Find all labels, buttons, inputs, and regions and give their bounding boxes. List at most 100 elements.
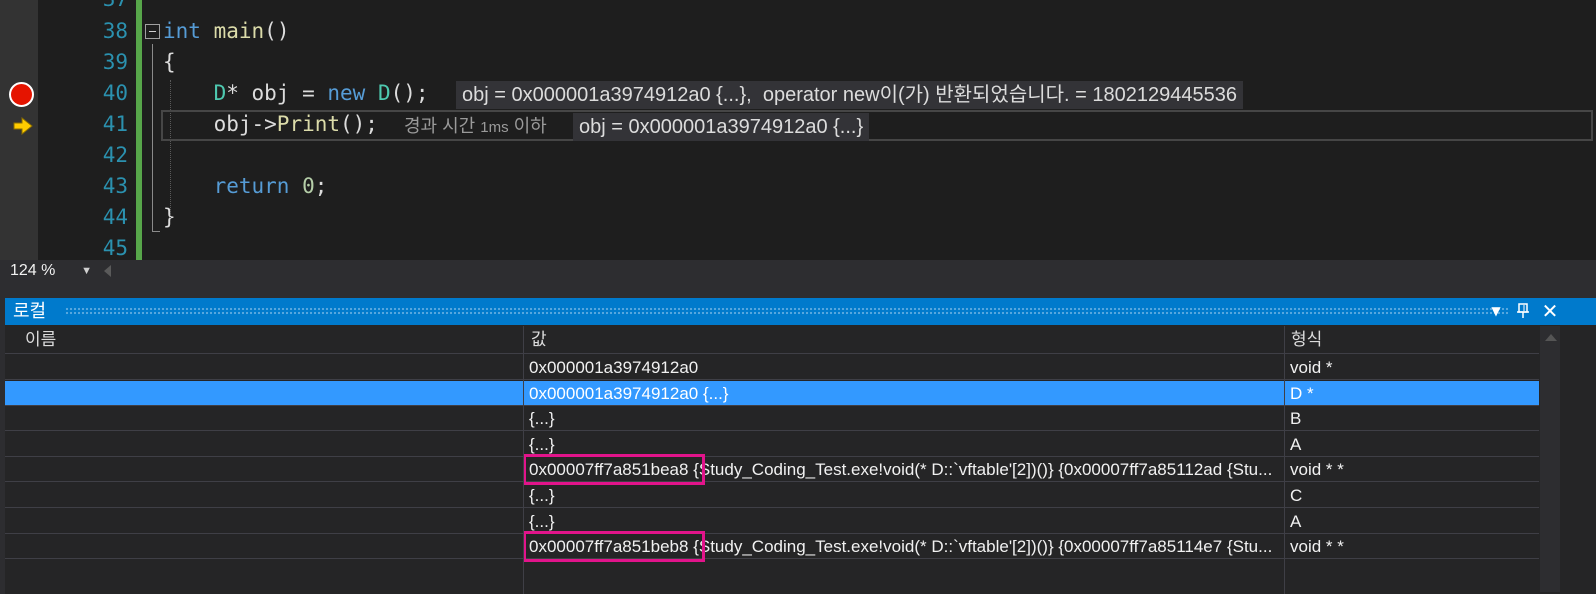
vftable-description: {Study_Coding_Test.exe!void(* D::`vftabl… xyxy=(688,537,1273,557)
code-token: new xyxy=(327,81,366,105)
scroll-left-icon[interactable] xyxy=(104,265,111,277)
code-token: return xyxy=(213,174,290,198)
code-line[interactable]: 42 xyxy=(0,140,1596,171)
code-text[interactable]: { xyxy=(163,47,176,78)
current-line-highlight xyxy=(161,110,1593,141)
chevron-down-icon[interactable]: ▼ xyxy=(81,260,92,282)
column-divider xyxy=(1284,354,1285,594)
code-token: () xyxy=(264,19,290,43)
code-line[interactable]: 43 return 0; xyxy=(0,171,1596,202)
locals-row[interactable]: operator new이(가) 반환되었습니다.0x000001a397491… xyxy=(5,355,1539,380)
variable-value: {...} xyxy=(529,409,555,429)
value-cell[interactable]: {...} xyxy=(525,406,1283,431)
perf-tip-elapsed[interactable]: 경과 시간 1ms 이하 xyxy=(404,114,547,140)
column-header-type[interactable]: 형식 xyxy=(1291,326,1322,354)
window-position-dropdown-icon[interactable]: ▼ xyxy=(1484,298,1508,325)
column-resizer[interactable] xyxy=(523,326,524,354)
type-cell: A xyxy=(1290,511,1302,531)
type-cell: C xyxy=(1290,486,1303,505)
line-number: 45 xyxy=(102,236,128,260)
code-text[interactable]: D* obj = new D(); xyxy=(163,78,429,109)
line-number: 44 xyxy=(102,205,128,229)
elapsed-suffix: 이하 xyxy=(508,116,547,136)
editor-zoom-bar: 124 % ▼ xyxy=(0,260,1596,282)
code-line[interactable]: 37 xyxy=(0,0,1596,15)
code-editor[interactable]: 3738int main()39{40 D* obj = new D();41 … xyxy=(0,0,1596,260)
line-number: 39 xyxy=(102,50,128,74)
locals-row[interactable]: B{...}B xyxy=(5,406,1539,432)
auto-hide-pin-icon[interactable] xyxy=(1511,298,1535,325)
highlight-box xyxy=(523,531,705,563)
grid-header: 이름 값 형식 xyxy=(5,326,1539,354)
datatip-line-41[interactable]: obj = 0x000001a3974912a0 {...} xyxy=(573,113,870,141)
code-text[interactable]: return 0; xyxy=(163,171,328,202)
value-cell[interactable]: 0x000001a3974912a0 xyxy=(525,355,1283,380)
code-token: { xyxy=(163,50,176,74)
code-token: ; xyxy=(314,174,328,198)
type-cell: void * * xyxy=(1290,537,1344,557)
code-token: 0 xyxy=(302,174,315,198)
type-cell: D * xyxy=(1290,383,1314,403)
variable-value: 0x000001a3974912a0 xyxy=(529,358,699,377)
line-number: 37 xyxy=(60,0,128,15)
line-number: 43 xyxy=(102,174,128,198)
zoom-level-value: 124 % xyxy=(10,262,56,279)
variable-value: 0x000001a3974912a0 {...} xyxy=(529,383,729,403)
highlight-box xyxy=(523,454,705,486)
code-line[interactable]: 45 xyxy=(0,233,1596,260)
line-number: 38 xyxy=(102,19,128,43)
column-header-value[interactable]: 값 xyxy=(531,326,547,354)
titlebar-grip[interactable] xyxy=(65,307,1508,316)
collapse-region-icon[interactable] xyxy=(145,24,160,39)
code-token: D xyxy=(377,81,391,105)
outlining-guide-end xyxy=(152,231,160,232)
indent-guide xyxy=(170,80,171,220)
line-number: 40 xyxy=(102,81,128,105)
breakpoint-icon[interactable] xyxy=(9,82,34,107)
locals-title: 로컬 xyxy=(13,301,47,321)
code-text[interactable]: int main() xyxy=(163,16,289,47)
variable-value: {...} xyxy=(529,486,555,505)
code-line[interactable]: 38 int main() xyxy=(0,16,1596,47)
locals-row[interactable]: __vfptr0x00007ff7a851beb8 {Study_Coding_… xyxy=(5,534,1539,560)
value-cell[interactable]: {...} xyxy=(525,432,1283,457)
locals-window: 로컬 ▼ ✕ 이름 값 형식 operator new이(가) 반환되었습니다.… xyxy=(5,298,1596,594)
vertical-scrollbar[interactable] xyxy=(1540,326,1560,592)
line-number: 42 xyxy=(102,143,128,167)
datatip-line-40[interactable]: obj = 0x000001a3974912a0 {...}, operator… xyxy=(456,81,1243,109)
outlining-guide xyxy=(152,44,153,232)
current-statement-arrow-icon xyxy=(13,117,33,135)
code-line[interactable]: 44} xyxy=(0,202,1596,233)
variable-value: {...} xyxy=(529,511,555,531)
elapsed-value: 1ms xyxy=(480,119,509,136)
column-resizer[interactable] xyxy=(1284,326,1285,354)
locals-row[interactable]: A{...}A xyxy=(5,432,1539,457)
locals-titlebar[interactable]: 로컬 ▼ ✕ xyxy=(5,298,1596,325)
type-cell: B xyxy=(1290,409,1302,429)
type-cell: void * * xyxy=(1290,460,1344,480)
close-icon[interactable]: ✕ xyxy=(1538,298,1562,325)
value-cell[interactable]: 0x000001a3974912a0 {...} xyxy=(525,381,1283,406)
locals-row[interactable]: C{...}C xyxy=(5,483,1539,508)
code-token: int xyxy=(163,19,201,43)
locals-row[interactable]: A{...}A xyxy=(5,509,1539,534)
type-cell: void * xyxy=(1290,358,1333,377)
code-line[interactable]: 39 { xyxy=(0,47,1596,78)
line-number: 41 xyxy=(102,112,128,136)
code-token: main xyxy=(213,19,265,43)
code-token: * obj = xyxy=(226,81,328,105)
value-cell[interactable]: {...} xyxy=(525,509,1283,534)
type-cell: A xyxy=(1290,434,1302,454)
code-token: (); xyxy=(390,81,429,105)
locals-row[interactable]: __vfptr0x00007ff7a851bea8 {Study_Coding_… xyxy=(5,457,1539,483)
locals-row[interactable]: obj0x000001a3974912a0 {...}D * xyxy=(5,380,1539,406)
value-cell[interactable]: {...} xyxy=(525,483,1283,508)
variable-value: {...} xyxy=(529,434,555,454)
scroll-up-icon[interactable] xyxy=(1545,334,1557,341)
zoom-level-dropdown[interactable]: 124 % ▼ xyxy=(4,260,96,282)
column-header-name[interactable]: 이름 xyxy=(25,326,56,354)
vftable-description: {Study_Coding_Test.exe!void(* D::`vftabl… xyxy=(688,460,1273,480)
